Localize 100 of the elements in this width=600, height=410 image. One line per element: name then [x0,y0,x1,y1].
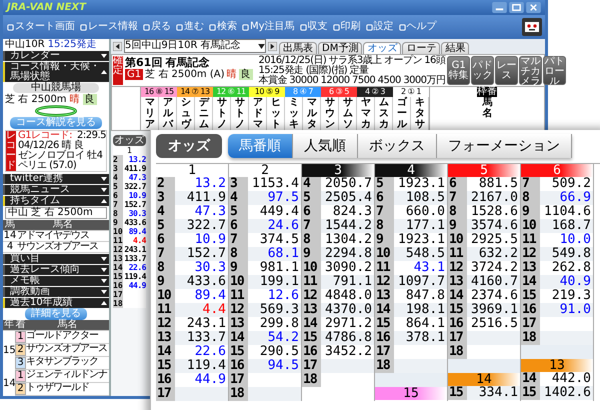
horse-number: 17 [229,373,248,387]
column-header: 馬名 [56,320,78,330]
frame-header: 14 ⑦ 13 [177,87,213,97]
place-badge: 1 [15,331,26,343]
horse-number: 4 [113,173,123,182]
video-button[interactable]: レース [495,56,518,85]
horse-number: 11 [156,303,175,317]
horse-number: 4 [156,205,175,219]
place-badge: 2 [15,383,26,395]
odds-value: 1544.2 [324,219,373,233]
horse-number: 6 [229,219,248,233]
place-badge: 3 [15,357,26,369]
column-header: 4 [375,164,447,177]
horse-number: 15 [113,272,123,281]
toolbar-button[interactable]: スタート画面 [5,22,77,32]
horse-number: 14 [521,275,540,289]
square-icon [143,24,150,30]
horse-number: 7 [448,191,467,205]
toolbar-button[interactable]: レース情報 [78,22,140,32]
horse-number: 7 [156,247,175,261]
course-filter-field[interactable]: 中山 芝 右 2500m [5,207,107,219]
horse-number: 16 [375,331,394,345]
horse-number: 11 [448,247,467,261]
horse-number: 2 [156,177,175,191]
toolbar-button[interactable]: 収支 [298,22,330,32]
course-text: 芝 右 2500m (A) [145,69,224,80]
video-button[interactable]: パドック [471,56,494,85]
tab[interactable]: 人気順 [293,134,358,158]
tab[interactable]: 出馬表 [279,42,317,54]
place-badge: 1 [15,370,26,382]
toolbar-button[interactable]: ヘルプ [396,22,439,32]
tab[interactable]: ボックス [358,134,437,158]
odds-value: 1304.2 [324,233,373,247]
previous-icon[interactable] [113,42,122,51]
frame-header: 12 ⑥ 11 [213,87,249,97]
toolbar-button[interactable]: 検索 [207,22,239,32]
square-icon [176,24,183,30]
horse-number: 15 [521,386,540,400]
odds-value: 411.9 [186,191,227,205]
toolbar-button[interactable]: My注目馬 [240,22,297,32]
odds-value: 47.3 [194,205,227,219]
horse-number: 6 [156,233,175,247]
toolbar-button[interactable]: 戻る [141,22,173,32]
video-button[interactable]: G1特集 [447,56,470,85]
toolbar-button[interactable]: 印刷 [330,22,363,32]
horse-number: 16 [229,359,248,373]
video-button[interactable]: マルチカメラ [519,56,542,85]
horse-number: 7 [229,233,248,247]
horse-number: 17 [521,317,540,331]
odds-value: 168.7 [550,219,592,233]
horse-number: 12 [156,317,175,331]
odds-value: 981.1 [258,261,300,275]
maximize-icon[interactable] [509,2,524,13]
horse-number: 5 [302,191,321,205]
race-info: 15:25発走 (国際)(指) 定量 [258,66,368,76]
horse-number: 9 [229,261,248,275]
video-button[interactable]: パトロール [543,56,566,85]
record-jockey: ペリエ (57.0) [18,161,78,171]
toolbar-button[interactable]: 設定 [364,22,396,32]
horse-number: 15 [156,359,175,373]
odds-value: 97.5 [266,191,300,205]
odds-value: 13.2 [128,155,146,164]
table-cell-text: キタサンブラック [26,357,99,369]
horse-number: 12 [375,275,394,289]
course-text: 芝 右 2500m [5,94,67,105]
toolbar-button[interactable]: 進む [174,22,206,32]
horse-number: 18 [448,345,467,359]
robot-icon[interactable] [521,17,543,37]
horse-number: 3 [229,177,248,191]
race-info: 本賞金 30000 12000 7500 4500 3000万円 [258,76,446,86]
odds-value: 4370.0 [324,303,373,317]
minimize-icon[interactable] [492,2,507,13]
close-icon[interactable] [526,2,541,13]
horse-number: 12 [448,261,467,275]
tab[interactable]: DM予測 [318,42,362,54]
table-cell-text: サウンズオブアース [26,344,108,356]
horse-number: 15 [521,289,540,303]
horse-number: 11 [229,289,248,303]
tab[interactable]: 結果 [441,42,470,54]
horse-number: 3 [113,164,123,173]
odds-value: 3724.2 [470,261,519,275]
odds-value: 791.1 [332,275,373,289]
frame-header: 10 ⑤ 9 [249,87,285,97]
tab[interactable]: オッズ [363,42,402,54]
odds-value: 133.7 [123,254,146,263]
tab[interactable]: ローテ [402,42,440,54]
horse-number: 15 [229,345,248,359]
square-icon [209,24,216,30]
next-icon[interactable] [268,42,277,51]
square-icon [398,24,406,30]
odds-value: 3452.2 [324,345,373,359]
tab[interactable]: フォーメーション [437,134,572,158]
odds-value: 442.0 [550,372,592,386]
square-icon [300,24,307,30]
horse-number: 17 [375,345,394,359]
race-select[interactable]: 5回中山9日10R 有馬記念 [124,39,266,53]
horse-number: 8 [229,247,248,261]
race-name: 有馬記念 [165,56,210,69]
horse-number: 9 [448,219,467,233]
column-header: 5 [448,164,520,177]
